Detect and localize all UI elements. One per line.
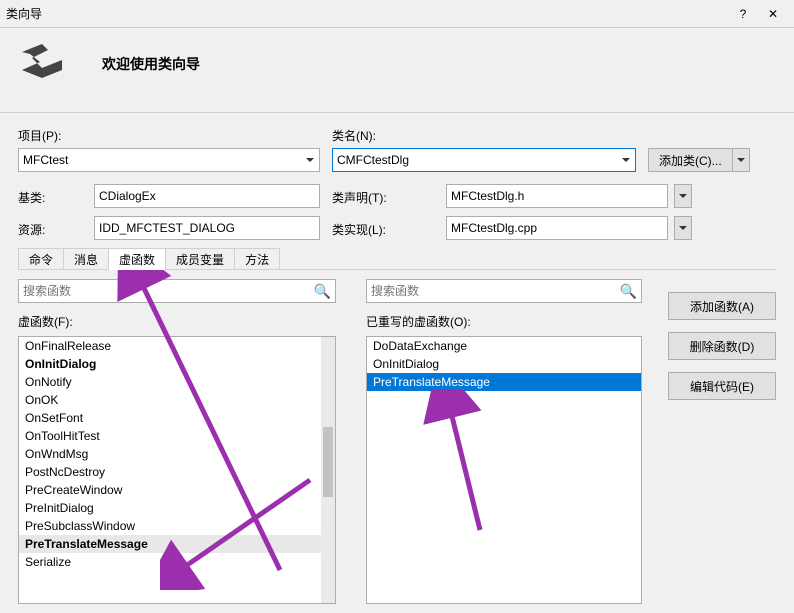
project-combo[interactable]: MFCtest (18, 148, 320, 172)
label-base: 基类: (18, 187, 94, 206)
list-item[interactable]: PostNcDestroy (19, 463, 321, 481)
label-classname: 类名(N): (332, 125, 376, 144)
titlebar: 类向导 ? ✕ (0, 0, 794, 28)
label-overridden-list: 已重写的虚函数(O): (366, 313, 642, 330)
resource-value: IDD_MFCTEST_DIALOG (94, 216, 320, 240)
tab-member-vars[interactable]: 成员变量 (165, 248, 235, 270)
add-class-button[interactable]: 添加类(C)... (648, 148, 750, 172)
chevron-down-icon[interactable] (732, 148, 750, 172)
impl-dropdown[interactable] (674, 216, 692, 240)
classname-combo[interactable]: CMFCtestDlg (332, 148, 636, 172)
chevron-down-icon (301, 149, 319, 171)
list-item[interactable]: PreTranslateMessage (367, 373, 641, 391)
help-button[interactable]: ? (728, 3, 758, 25)
list-item[interactable]: PreSubclassWindow (19, 517, 321, 535)
list-item[interactable]: OnInitDialog (19, 355, 321, 373)
list-item[interactable]: OnOK (19, 391, 321, 409)
tabs: 命令 消息 虚函数 成员变量 方法 (0, 248, 794, 270)
impl-value: MFCtestDlg.cpp (451, 221, 537, 235)
wizard-title: 欢迎使用类向导 (102, 54, 200, 74)
virtual-functions-list[interactable]: OnFinalReleaseOnInitDialogOnNotifyOnOKOn… (18, 336, 336, 604)
delete-function-button[interactable]: 删除函数(D) (668, 332, 776, 360)
overridden-list[interactable]: DoDataExchangeOnInitDialogPreTranslateMe… (366, 336, 642, 604)
base-value: CDialogEx (94, 184, 320, 208)
side-buttons: 添加函数(A) 删除函数(D) 编辑代码(E) (668, 292, 776, 400)
list-item[interactable]: PreInitDialog (19, 499, 321, 517)
chevron-down-icon (679, 226, 687, 230)
decl-combo[interactable]: MFCtestDlg.h (446, 184, 668, 208)
search-right-input[interactable] (371, 281, 616, 301)
tab-methods[interactable]: 方法 (234, 248, 280, 270)
search-icon: 🔍 (314, 283, 331, 300)
label-resource: 资源: (18, 219, 94, 238)
list-item[interactable]: Serialize (19, 553, 321, 571)
form-area: 项目(P): 类名(N): MFCtest CMFCtestDlg 添加类(C)… (0, 113, 794, 240)
list-item[interactable]: PreCreateWindow (19, 481, 321, 499)
wizard-icon (18, 40, 66, 88)
edit-code-button[interactable]: 编辑代码(E) (668, 372, 776, 400)
search-left[interactable]: 🔍 (18, 279, 336, 303)
close-button[interactable]: ✕ (758, 3, 788, 25)
project-value: MFCtest (23, 153, 68, 167)
scrollbar-thumb[interactable] (323, 427, 333, 497)
decl-dropdown[interactable] (674, 184, 692, 208)
impl-combo[interactable]: MFCtestDlg.cpp (446, 216, 668, 240)
tab-virtual-functions[interactable]: 虚函数 (108, 248, 166, 270)
wizard-header: 欢迎使用类向导 (0, 28, 794, 113)
decl-value: MFCtestDlg.h (451, 189, 524, 203)
chevron-down-icon (617, 149, 635, 171)
list-item[interactable]: OnInitDialog (367, 355, 641, 373)
list-item[interactable]: OnSetFont (19, 409, 321, 427)
label-impl: 类实现(L): (332, 219, 446, 238)
label-decl: 类声明(T): (332, 187, 446, 206)
classname-value: CMFCtestDlg (337, 153, 409, 167)
search-left-input[interactable] (23, 281, 310, 301)
list-item[interactable]: DoDataExchange (367, 337, 641, 355)
list-item[interactable]: OnFinalRelease (19, 337, 321, 355)
list-item[interactable]: OnToolHitTest (19, 427, 321, 445)
add-function-button[interactable]: 添加函数(A) (668, 292, 776, 320)
list-item[interactable]: OnWndMsg (19, 445, 321, 463)
chevron-down-icon (679, 194, 687, 198)
window-title: 类向导 (6, 5, 728, 22)
label-project: 项目(P): (18, 125, 332, 144)
tab-messages[interactable]: 消息 (63, 248, 109, 270)
search-right[interactable]: 🔍 (366, 279, 642, 303)
label-virt-list: 虚函数(F): (18, 313, 336, 330)
scrollbar[interactable] (321, 337, 335, 603)
list-item[interactable]: OnNotify (19, 373, 321, 391)
list-item[interactable]: PreTranslateMessage (19, 535, 321, 553)
search-icon: 🔍 (620, 283, 637, 300)
tab-commands[interactable]: 命令 (18, 248, 64, 270)
